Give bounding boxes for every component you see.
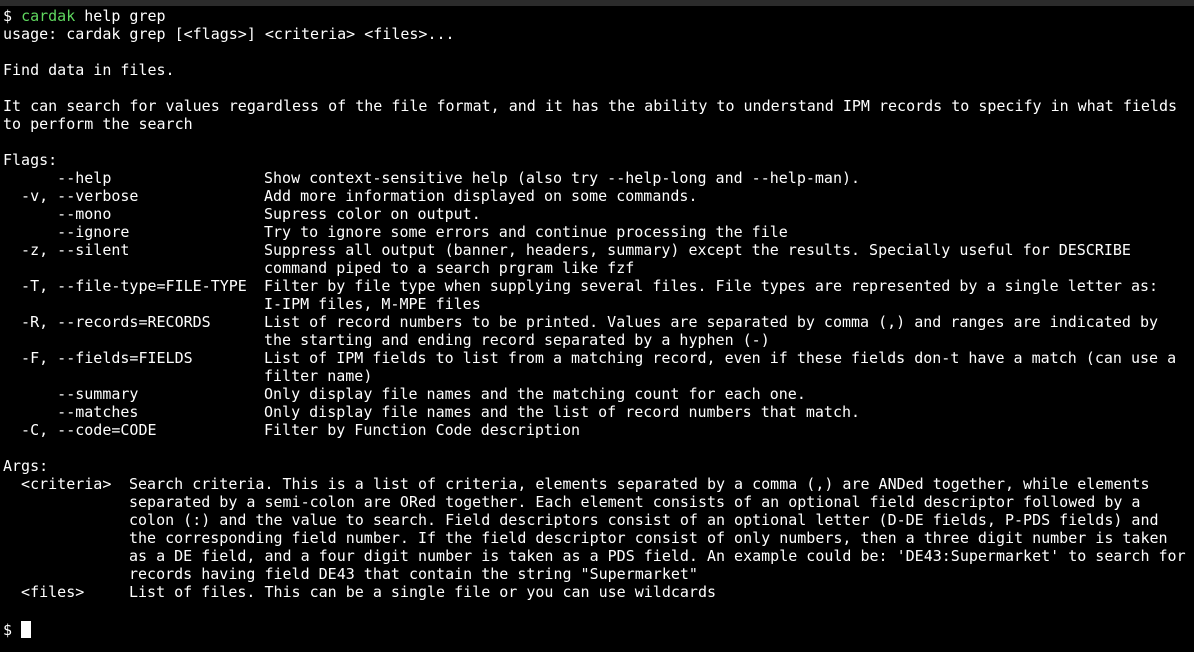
flag-name: -T, --file-type=FILE-TYPE	[3, 277, 247, 295]
flag-desc: Only display file names and the matching…	[264, 385, 806, 403]
flag-row: -v, --verbose Add more information displa…	[3, 187, 1191, 205]
flag-name: -F, --fields=FIELDS	[3, 349, 193, 367]
flag-desc: Suppress all output (banner, headers, su…	[264, 241, 1131, 259]
flag-desc: filter name)	[264, 367, 373, 385]
flag-desc: command piped to a search prgram like fz…	[264, 259, 635, 277]
command-name: cardak	[21, 7, 76, 25]
flag-row-continuation: I-IPM files, M-MPE files	[3, 295, 1191, 313]
summary-line: Find data in files.	[3, 61, 175, 79]
flag-row-continuation: the starting and ending record separated…	[3, 331, 1191, 349]
usage-line: usage: cardak grep [<flags>] <criteria> …	[3, 25, 455, 43]
flag-desc: Try to ignore some errors and continue p…	[264, 223, 788, 241]
flag-name: --ignore	[3, 223, 130, 241]
terminal-output: $ cardak help grep usage: cardak grep [<…	[3, 7, 1191, 639]
flag-desc: I-IPM files, M-MPE files	[264, 295, 481, 313]
flag-row: -z, --silent Suppress all output (banner,…	[3, 241, 1191, 259]
description-line: to perform the search	[3, 115, 193, 133]
args-heading: Args:	[3, 457, 49, 475]
flag-name: -R, --records=RECORDS	[3, 313, 211, 331]
flag-desc: Only display file names and the list of …	[264, 403, 861, 421]
args-list: <criteria> Search criteria. This is a lis…	[3, 475, 1191, 601]
arg-desc: as a DE field, and a four digit number i…	[129, 547, 1186, 565]
description-line: It can search for values regardless of t…	[3, 97, 1177, 115]
flag-row: -C, --code=CODE Filter by Function Code d…	[3, 421, 1191, 439]
command-args: help grep	[84, 7, 166, 25]
flag-name: --matches	[3, 403, 139, 421]
arg-row: <criteria> Search criteria. This is a lis…	[3, 475, 1191, 493]
arg-row-continuation: separated by a semi-colon are ORed toget…	[3, 493, 1191, 511]
flag-desc: List of IPM fields to list from a matchi…	[264, 349, 1177, 367]
arg-row: <files> List of files. This can be a sing…	[3, 583, 1191, 601]
prompt-symbol: $	[3, 7, 13, 25]
command-line: $ cardak help grep	[3, 7, 1191, 25]
arg-row-continuation: as a DE field, and a four digit number i…	[3, 547, 1191, 565]
flags-heading: Flags:	[3, 151, 58, 169]
flag-name: --summary	[3, 385, 139, 403]
flag-row: --help Show context-sensitive help (also …	[3, 169, 1191, 187]
arg-desc: Search criteria. This is a list of crite…	[129, 475, 1150, 493]
arg-row-continuation: records having field DE43 that contain t…	[3, 565, 1191, 583]
window-top-edge	[0, 0, 1194, 6]
text-cursor[interactable]	[21, 621, 32, 638]
flag-row: --mono Supress color on output.	[3, 205, 1191, 223]
flags-list: --help Show context-sensitive help (also …	[3, 169, 1191, 439]
flag-desc: Add more information displayed on some c…	[264, 187, 698, 205]
arg-name: <files>	[3, 583, 85, 601]
flag-desc: Show context-sensitive help (also try --…	[264, 169, 861, 187]
arg-desc: colon (:) and the value to search. Field…	[129, 511, 1159, 529]
flag-row-continuation: command piped to a search prgram like fz…	[3, 259, 1191, 277]
flag-row: -T, --file-type=FILE-TYPE Filter by file …	[3, 277, 1191, 295]
flag-row: --matches Only display file names and the…	[3, 403, 1191, 421]
flag-name: -C, --code=CODE	[3, 421, 157, 439]
arg-desc: records having field DE43 that contain t…	[129, 565, 698, 583]
flag-desc: the starting and ending record separated…	[264, 331, 770, 349]
prompt-symbol: $	[3, 621, 13, 639]
flag-row-continuation: filter name)	[3, 367, 1191, 385]
flag-desc: Filter by file type when supplying sever…	[264, 277, 1159, 295]
arg-desc: the corresponding field number. If the f…	[129, 529, 1168, 547]
flag-name: --mono	[3, 205, 112, 223]
flag-name: -z, --silent	[3, 241, 130, 259]
input-line[interactable]: $	[3, 621, 1191, 639]
flag-row: -F, --fields=FIELDS List of IPM fields to…	[3, 349, 1191, 367]
arg-desc: List of files. This can be a single file…	[129, 583, 716, 601]
flag-name: --help	[3, 169, 112, 187]
flag-row: --ignore Try to ignore some errors and co…	[3, 223, 1191, 241]
arg-name: <criteria>	[3, 475, 112, 493]
flag-name: -v, --verbose	[3, 187, 139, 205]
flag-row: -R, --records=RECORDS List of record numb…	[3, 313, 1191, 331]
arg-row-continuation: the corresponding field number. If the f…	[3, 529, 1191, 547]
flag-desc: Supress color on output.	[264, 205, 481, 223]
arg-desc: separated by a semi-colon are ORed toget…	[129, 493, 1141, 511]
flag-desc: List of record numbers to be printed. Va…	[264, 313, 1159, 331]
flag-row: --summary Only display file names and the…	[3, 385, 1191, 403]
arg-row-continuation: colon (:) and the value to search. Field…	[3, 511, 1191, 529]
flag-desc: Filter by Function Code description	[264, 421, 581, 439]
